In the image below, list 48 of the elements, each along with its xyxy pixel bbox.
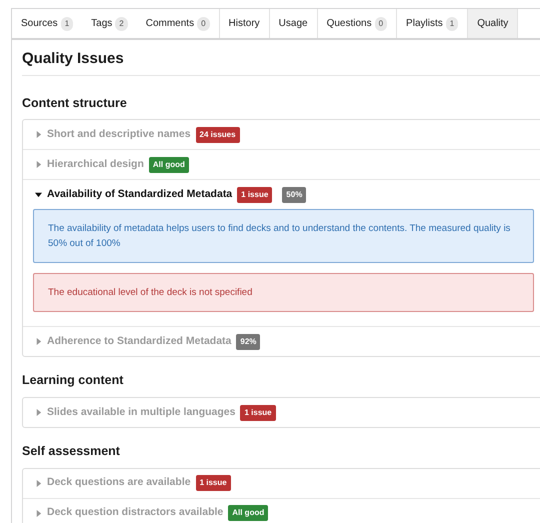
- status-badge: All good: [148, 156, 189, 173]
- item-title: Slides available in multiple languages: [47, 404, 236, 420]
- tab[interactable]: History: [220, 9, 270, 38]
- tab[interactable]: Usage: [270, 9, 318, 38]
- tab-label: Playlists: [406, 17, 443, 31]
- status-badge: 92%: [236, 334, 260, 350]
- tab[interactable]: Tags 2: [82, 9, 137, 38]
- tab[interactable]: Quality: [468, 9, 518, 38]
- accordion-row[interactable]: Availability of Standardized Metadata 1 issue 50%: [23, 180, 540, 210]
- section-heading: Self assessment: [22, 443, 121, 460]
- tab[interactable]: Questions 0: [318, 9, 398, 38]
- tab[interactable]: Sources 1: [12, 9, 82, 38]
- count-badge: 1: [60, 16, 74, 30]
- tab[interactable]: Comments 0: [136, 9, 220, 38]
- item-title: Short and descriptive names: [47, 126, 191, 142]
- count-badge: 0: [374, 16, 388, 30]
- status-badge: 50%: [282, 186, 306, 203]
- status-badge: 1 issue: [237, 186, 272, 203]
- status-badge: 1 issue: [196, 475, 231, 492]
- tab-label: Comments: [146, 17, 194, 31]
- status-badge: All good: [228, 505, 268, 522]
- accordion-row[interactable]: Deck question distractors available All good: [23, 498, 540, 523]
- accordion-row[interactable]: Deck questions are available 1 issue: [23, 468, 540, 498]
- count-badge: 0: [197, 16, 210, 30]
- count-badge: 1: [446, 16, 458, 30]
- item-title: Adherence to Standardized Metadata: [47, 334, 232, 349]
- accordion-row[interactable]: Adherence to Standardized Metadata 92%: [23, 327, 540, 356]
- item-title: Deck questions are available: [47, 475, 191, 490]
- item-title: Availability of Standardized Metadata: [47, 186, 232, 202]
- accordion-row[interactable]: Hierarchical design All good: [23, 150, 540, 180]
- item-title: Hierarchical design: [47, 156, 144, 172]
- item-title: Deck question distractors available: [47, 505, 224, 520]
- section-heading: Learning content: [22, 372, 124, 390]
- tab-label: Sources: [21, 17, 58, 31]
- page-title: Quality Issues: [22, 40, 540, 76]
- accordion-row[interactable]: Slides available in multiple languages 1 issue: [23, 398, 540, 427]
- status-badge: 1 issue: [240, 404, 276, 420]
- tab-label: Questions: [326, 17, 372, 31]
- status-badge: 24 issues: [196, 126, 240, 143]
- tab-label: History: [228, 17, 260, 31]
- tab-label: Quality: [477, 17, 508, 31]
- tab-label: Usage: [278, 17, 308, 31]
- tab-label: Tags: [91, 17, 112, 31]
- message-box: The availability of metadata helps users to find decks and to understand the contents. The measured quality is 50% out of 100%: [33, 209, 534, 264]
- section-heading: Content structure: [22, 94, 128, 112]
- message-box: The educational level of the deck is not specified: [33, 273, 534, 312]
- count-badge: 2: [115, 16, 128, 30]
- accordion-row[interactable]: Short and descriptive names 24 issues: [23, 120, 540, 150]
